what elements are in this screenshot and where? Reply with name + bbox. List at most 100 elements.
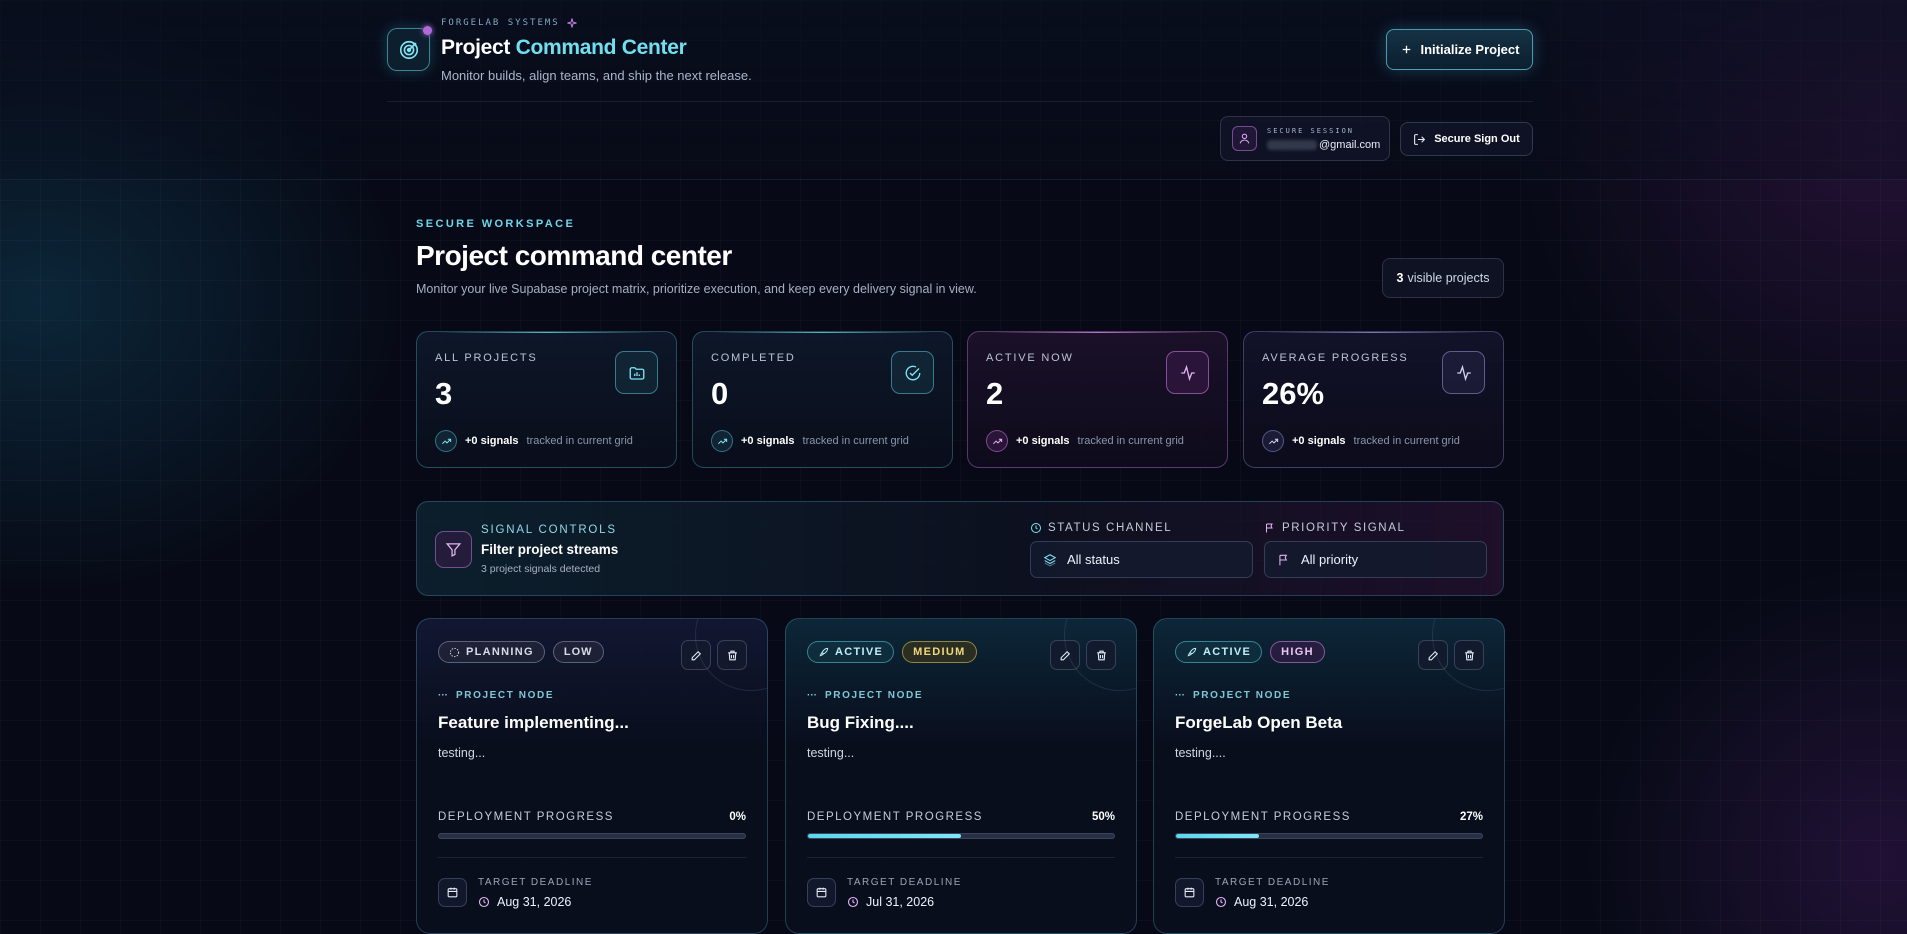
loader-icon [449,647,460,657]
stat-value: 0 [711,376,729,411]
deadline-date: Aug 31, 2026 [1215,895,1308,909]
progress-label: DEPLOYMENT PROGRESS [1175,811,1351,823]
project-title: Feature implementing... [438,713,629,732]
status-badge: PLANNING [438,641,545,663]
page-subtitle: Monitor your live Supabase project matri… [416,282,977,296]
stat-tracked: tracked in current grid [526,435,633,447]
project-card: ACTIVE HIGH ··· PROJECT NODE ForgeLab Ope… [1153,618,1505,934]
brand-label: FORGELAB SYSTEMS [441,17,578,29]
user-icon [1232,126,1257,151]
stat-tracked: tracked in current grid [802,435,909,447]
logout-icon [1414,133,1426,145]
signal-controls-label: SIGNAL CONTROLS [481,524,617,536]
session-email: @gmail.com [1267,139,1380,151]
project-description: testing... [438,746,486,760]
progress-value: 0% [729,811,746,823]
target-logo-icon [387,26,432,71]
stat-label: AVERAGE PROGRESS [1262,352,1409,364]
card-divider [438,857,746,858]
trending-up-icon [711,430,733,452]
status-badge: ACTIVE [1175,641,1263,663]
rocket-icon [1187,647,1197,657]
trash-icon [1464,650,1474,660]
status-select-value: All status [1067,552,1120,567]
card-divider [807,857,1115,858]
status-select[interactable]: All status [1030,541,1253,578]
flag-icon [1266,523,1273,533]
initialize-project-label: Initialize Project [1420,42,1520,57]
app-header: FORGELAB SYSTEMS Project Command Center … [0,0,1907,180]
clock-icon [1031,523,1041,533]
project-description: testing.... [1175,746,1226,760]
calendar-icon [807,878,836,907]
edit-button[interactable] [681,640,711,670]
signal-controls-subtitle: 3 project signals detected [481,563,601,575]
check-circle-icon [891,351,934,394]
project-card: PLANNING LOW ··· PROJECT NODE Feature imp… [416,618,768,934]
priority-badge: LOW [552,641,604,663]
priority-select[interactable]: All priority [1264,541,1487,578]
stat-tracked: tracked in current grid [1353,435,1460,447]
progress-value: 50% [1091,811,1115,823]
stat-footer: +0 signals tracked in current grid [711,430,909,452]
layers-icon [1043,553,1057,566]
stat-card-active-now: ACTIVE NOW 2 +0 signals tracked in curre… [967,331,1228,468]
page-title: Project command center [416,240,732,271]
delete-button[interactable] [1454,640,1484,670]
project-node-label: ··· PROJECT NODE [438,690,555,701]
redacted-username [1267,139,1317,150]
trending-up-icon [435,430,457,452]
pencil-icon [1428,650,1438,660]
stat-footer: +0 signals tracked in current grid [986,430,1184,452]
visible-projects-badge: 3 visible projects [1382,258,1504,298]
deadline-label: TARGET DEADLINE [847,877,962,888]
status-dot [423,26,432,35]
trending-up-icon [986,430,1008,452]
stat-value: 26% [1262,376,1325,411]
delete-button[interactable] [1086,640,1116,670]
progress-bar [807,833,1115,839]
stat-signals: +0 signals [1016,435,1070,447]
progress-value: 27% [1459,811,1483,823]
stat-label: COMPLETED [711,352,796,364]
calendar-icon [438,878,467,907]
initialize-project-button[interactable]: Initialize Project [1386,29,1533,70]
header-divider [387,101,1533,102]
sign-out-button[interactable]: Secure Sign Out [1400,122,1533,156]
plus-icon [1402,45,1410,54]
priority-badge: MEDIUM [902,641,977,663]
progress-bar [438,833,746,839]
priority-signal-label: PRIORITY SIGNAL [1264,522,1405,534]
workspace-eyebrow: SECURE WORKSPACE [416,218,576,230]
stat-signals: +0 signals [465,435,519,447]
edit-button[interactable] [1418,640,1448,670]
progress-label: DEPLOYMENT PROGRESS [438,811,614,823]
status-channel-label: STATUS CHANNEL [1030,522,1172,534]
trash-icon [727,650,737,660]
app-title: Project Command Center [441,36,687,59]
stat-card-all-projects: ALL PROJECTS 3 +0 signals tracked in cur… [416,331,677,468]
ellipsis-icon: ··· [807,690,817,701]
deadline-date: Aug 31, 2026 [478,895,571,909]
trash-icon [1096,650,1106,660]
stat-signals: +0 signals [1292,435,1346,447]
project-card: ACTIVE MEDIUM ··· PROJECT NODE Bug Fixing… [785,618,1137,934]
priority-select-value: All priority [1301,552,1359,567]
progress-fill [808,834,961,838]
filter-icon [435,531,472,568]
activity-icon [1442,351,1485,394]
stat-card-completed: COMPLETED 0 +0 signals tracked in curren… [692,331,953,468]
sparkle-icon [567,18,577,28]
stat-signals: +0 signals [741,435,795,447]
pencil-icon [1060,650,1070,660]
calendar-icon [1175,878,1204,907]
stat-value: 2 [986,376,1004,411]
edit-button[interactable] [1050,640,1080,670]
session-label: SECURE SESSION [1267,126,1355,135]
delete-button[interactable] [717,640,747,670]
rocket-icon [819,647,829,657]
priority-badge: HIGH [1270,641,1325,663]
progress-label: DEPLOYMENT PROGRESS [807,811,983,823]
stat-value: 3 [435,376,453,411]
stat-label: ACTIVE NOW [986,352,1074,364]
